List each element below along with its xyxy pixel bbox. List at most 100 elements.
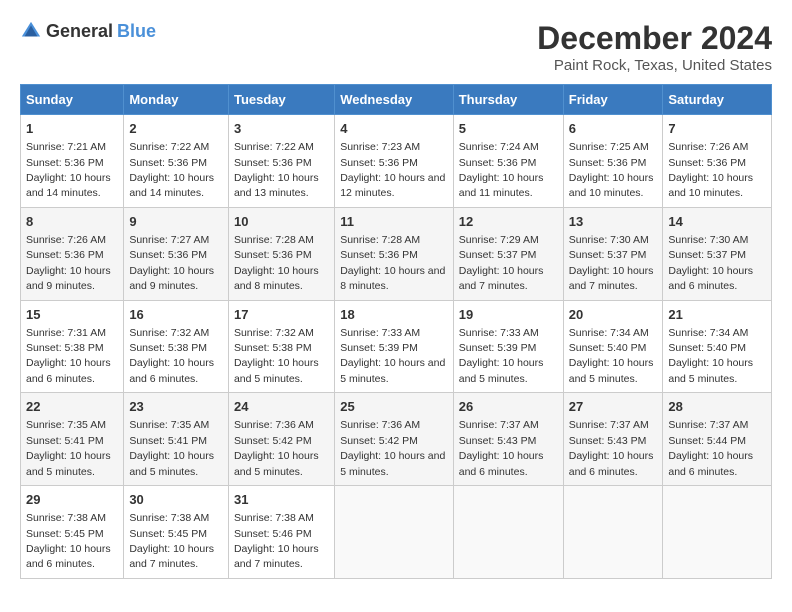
day-number: 17 xyxy=(234,306,329,324)
page-subtitle: Paint Rock, Texas, United States xyxy=(537,57,772,74)
day-number: 22 xyxy=(26,398,118,416)
cell-content: Sunrise: 7:33 AMSunset: 5:39 PMDaylight:… xyxy=(340,327,445,385)
header-day: Sunday xyxy=(21,85,124,115)
cell-content: Sunrise: 7:32 AMSunset: 5:38 PMDaylight:… xyxy=(129,327,214,385)
cell-content: Sunrise: 7:38 AMSunset: 5:45 PMDaylight:… xyxy=(129,512,214,570)
header-day: Saturday xyxy=(663,85,772,115)
calendar-cell: 16 Sunrise: 7:32 AMSunset: 5:38 PMDaylig… xyxy=(124,300,229,393)
calendar-cell: 31 Sunrise: 7:38 AMSunset: 5:46 PMDaylig… xyxy=(228,486,334,579)
cell-content: Sunrise: 7:30 AMSunset: 5:37 PMDaylight:… xyxy=(569,234,654,292)
cell-content: Sunrise: 7:22 AMSunset: 5:36 PMDaylight:… xyxy=(234,141,319,199)
calendar-cell: 14 Sunrise: 7:30 AMSunset: 5:37 PMDaylig… xyxy=(663,207,772,300)
cell-content: Sunrise: 7:26 AMSunset: 5:36 PMDaylight:… xyxy=(26,234,111,292)
cell-content: Sunrise: 7:37 AMSunset: 5:43 PMDaylight:… xyxy=(459,419,544,477)
calendar-cell: 22 Sunrise: 7:35 AMSunset: 5:41 PMDaylig… xyxy=(21,393,124,486)
cell-content: Sunrise: 7:38 AMSunset: 5:45 PMDaylight:… xyxy=(26,512,111,570)
calendar-cell: 1 Sunrise: 7:21 AMSunset: 5:36 PMDayligh… xyxy=(21,115,124,208)
title-block: December 2024 Paint Rock, Texas, United … xyxy=(537,20,772,74)
cell-content: Sunrise: 7:35 AMSunset: 5:41 PMDaylight:… xyxy=(129,419,214,477)
calendar-header: SundayMondayTuesdayWednesdayThursdayFrid… xyxy=(21,85,772,115)
day-number: 12 xyxy=(459,213,558,231)
logo-blue: Blue xyxy=(117,21,156,42)
day-number: 5 xyxy=(459,120,558,138)
calendar-cell: 11 Sunrise: 7:28 AMSunset: 5:36 PMDaylig… xyxy=(335,207,454,300)
header-day: Wednesday xyxy=(335,85,454,115)
day-number: 4 xyxy=(340,120,448,138)
calendar-week-row: 29 Sunrise: 7:38 AMSunset: 5:45 PMDaylig… xyxy=(21,486,772,579)
day-number: 16 xyxy=(129,306,223,324)
day-number: 2 xyxy=(129,120,223,138)
calendar-cell: 24 Sunrise: 7:36 AMSunset: 5:42 PMDaylig… xyxy=(228,393,334,486)
day-number: 9 xyxy=(129,213,223,231)
calendar-cell: 15 Sunrise: 7:31 AMSunset: 5:38 PMDaylig… xyxy=(21,300,124,393)
cell-content: Sunrise: 7:34 AMSunset: 5:40 PMDaylight:… xyxy=(668,327,753,385)
calendar-cell: 21 Sunrise: 7:34 AMSunset: 5:40 PMDaylig… xyxy=(663,300,772,393)
cell-content: Sunrise: 7:28 AMSunset: 5:36 PMDaylight:… xyxy=(340,234,445,292)
header-day: Monday xyxy=(124,85,229,115)
cell-content: Sunrise: 7:32 AMSunset: 5:38 PMDaylight:… xyxy=(234,327,319,385)
cell-content: Sunrise: 7:27 AMSunset: 5:36 PMDaylight:… xyxy=(129,234,214,292)
calendar-cell: 23 Sunrise: 7:35 AMSunset: 5:41 PMDaylig… xyxy=(124,393,229,486)
cell-content: Sunrise: 7:26 AMSunset: 5:36 PMDaylight:… xyxy=(668,141,753,199)
day-number: 29 xyxy=(26,491,118,509)
calendar-cell: 2 Sunrise: 7:22 AMSunset: 5:36 PMDayligh… xyxy=(124,115,229,208)
cell-content: Sunrise: 7:28 AMSunset: 5:36 PMDaylight:… xyxy=(234,234,319,292)
calendar-cell xyxy=(335,486,454,579)
cell-content: Sunrise: 7:37 AMSunset: 5:43 PMDaylight:… xyxy=(569,419,654,477)
cell-content: Sunrise: 7:29 AMSunset: 5:37 PMDaylight:… xyxy=(459,234,544,292)
calendar-cell: 4 Sunrise: 7:23 AMSunset: 5:36 PMDayligh… xyxy=(335,115,454,208)
day-number: 11 xyxy=(340,213,448,231)
calendar-week-row: 1 Sunrise: 7:21 AMSunset: 5:36 PMDayligh… xyxy=(21,115,772,208)
day-number: 26 xyxy=(459,398,558,416)
calendar-cell: 17 Sunrise: 7:32 AMSunset: 5:38 PMDaylig… xyxy=(228,300,334,393)
day-number: 27 xyxy=(569,398,658,416)
calendar-cell xyxy=(563,486,663,579)
day-number: 19 xyxy=(459,306,558,324)
calendar-week-row: 15 Sunrise: 7:31 AMSunset: 5:38 PMDaylig… xyxy=(21,300,772,393)
day-number: 28 xyxy=(668,398,766,416)
day-number: 7 xyxy=(668,120,766,138)
logo-icon xyxy=(20,20,42,42)
calendar-body: 1 Sunrise: 7:21 AMSunset: 5:36 PMDayligh… xyxy=(21,115,772,579)
calendar-cell: 6 Sunrise: 7:25 AMSunset: 5:36 PMDayligh… xyxy=(563,115,663,208)
logo: General Blue xyxy=(20,20,156,42)
calendar-cell: 26 Sunrise: 7:37 AMSunset: 5:43 PMDaylig… xyxy=(453,393,563,486)
day-number: 23 xyxy=(129,398,223,416)
cell-content: Sunrise: 7:23 AMSunset: 5:36 PMDaylight:… xyxy=(340,141,445,199)
day-number: 31 xyxy=(234,491,329,509)
calendar-cell: 9 Sunrise: 7:27 AMSunset: 5:36 PMDayligh… xyxy=(124,207,229,300)
cell-content: Sunrise: 7:31 AMSunset: 5:38 PMDaylight:… xyxy=(26,327,111,385)
calendar-cell: 19 Sunrise: 7:33 AMSunset: 5:39 PMDaylig… xyxy=(453,300,563,393)
header-day: Thursday xyxy=(453,85,563,115)
day-number: 8 xyxy=(26,213,118,231)
cell-content: Sunrise: 7:22 AMSunset: 5:36 PMDaylight:… xyxy=(129,141,214,199)
day-number: 10 xyxy=(234,213,329,231)
day-number: 30 xyxy=(129,491,223,509)
cell-content: Sunrise: 7:21 AMSunset: 5:36 PMDaylight:… xyxy=(26,141,111,199)
calendar-cell: 18 Sunrise: 7:33 AMSunset: 5:39 PMDaylig… xyxy=(335,300,454,393)
day-number: 25 xyxy=(340,398,448,416)
calendar-cell: 29 Sunrise: 7:38 AMSunset: 5:45 PMDaylig… xyxy=(21,486,124,579)
page-title: December 2024 xyxy=(537,20,772,57)
cell-content: Sunrise: 7:34 AMSunset: 5:40 PMDaylight:… xyxy=(569,327,654,385)
day-number: 14 xyxy=(668,213,766,231)
cell-content: Sunrise: 7:37 AMSunset: 5:44 PMDaylight:… xyxy=(668,419,753,477)
cell-content: Sunrise: 7:24 AMSunset: 5:36 PMDaylight:… xyxy=(459,141,544,199)
day-number: 18 xyxy=(340,306,448,324)
calendar-cell: 7 Sunrise: 7:26 AMSunset: 5:36 PMDayligh… xyxy=(663,115,772,208)
day-number: 24 xyxy=(234,398,329,416)
day-number: 13 xyxy=(569,213,658,231)
calendar-cell xyxy=(453,486,563,579)
calendar-cell: 30 Sunrise: 7:38 AMSunset: 5:45 PMDaylig… xyxy=(124,486,229,579)
calendar-cell: 20 Sunrise: 7:34 AMSunset: 5:40 PMDaylig… xyxy=(563,300,663,393)
cell-content: Sunrise: 7:25 AMSunset: 5:36 PMDaylight:… xyxy=(569,141,654,199)
calendar-cell: 3 Sunrise: 7:22 AMSunset: 5:36 PMDayligh… xyxy=(228,115,334,208)
cell-content: Sunrise: 7:36 AMSunset: 5:42 PMDaylight:… xyxy=(234,419,319,477)
header-day: Tuesday xyxy=(228,85,334,115)
page-header: General Blue December 2024 Paint Rock, T… xyxy=(20,20,772,74)
cell-content: Sunrise: 7:38 AMSunset: 5:46 PMDaylight:… xyxy=(234,512,319,570)
cell-content: Sunrise: 7:30 AMSunset: 5:37 PMDaylight:… xyxy=(668,234,753,292)
calendar-cell: 8 Sunrise: 7:26 AMSunset: 5:36 PMDayligh… xyxy=(21,207,124,300)
calendar-cell: 5 Sunrise: 7:24 AMSunset: 5:36 PMDayligh… xyxy=(453,115,563,208)
day-number: 6 xyxy=(569,120,658,138)
